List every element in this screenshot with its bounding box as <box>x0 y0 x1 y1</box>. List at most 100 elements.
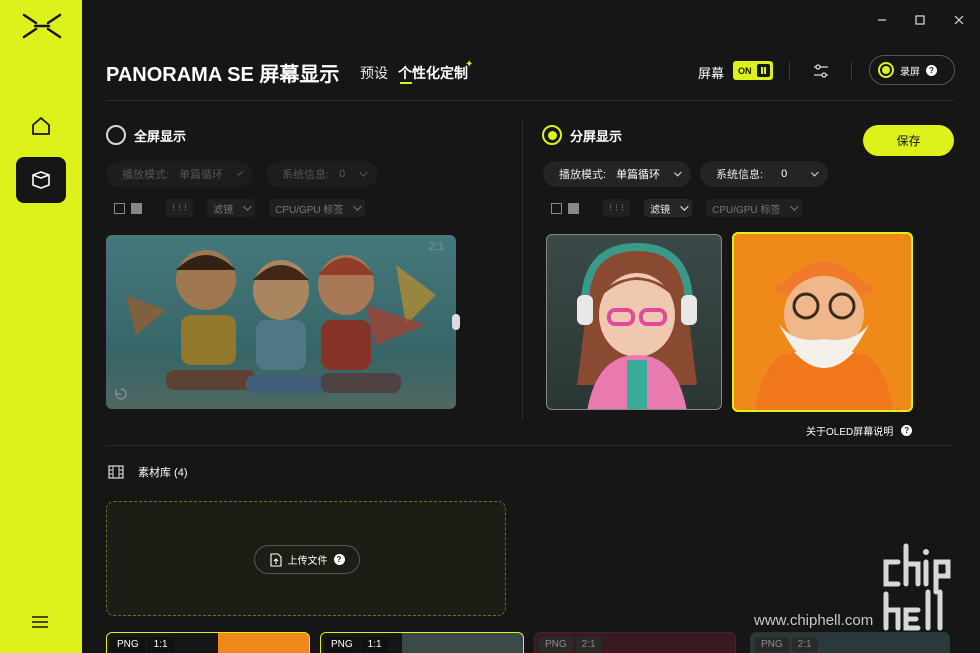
thumb-badges: PNG 2:1 <box>755 637 818 652</box>
close-button[interactable] <box>949 10 969 30</box>
filter-label: 滤镜 <box>650 204 671 216</box>
tab-presets[interactable]: 预设 <box>360 63 388 83</box>
settings-sliders-icon[interactable] <box>813 63 829 79</box>
minimize-button[interactable] <box>872 10 892 30</box>
divider <box>851 62 852 80</box>
rotate-icon[interactable] <box>114 387 128 401</box>
sysinfo-value: 0 <box>339 168 346 180</box>
upload-file-icon <box>269 552 282 567</box>
minimize-icon <box>878 19 886 21</box>
header-divider <box>106 100 954 101</box>
upload-dropzone[interactable]: 上传文件 ? <box>106 501 506 616</box>
cpu-gpu-tag-select[interactable]: CPU/GPU 标签 <box>706 199 803 217</box>
cpu-gpu-tag-select[interactable]: CPU/GPU 标签 <box>269 199 366 217</box>
upload-file-button[interactable]: 上传文件 ? <box>254 545 360 574</box>
tab-customize[interactable]: 个性化定制 <box>398 63 468 83</box>
record-icon <box>878 62 894 78</box>
align-buttons[interactable]: ⁝ ⁝ ⁝ <box>166 199 194 217</box>
help-icon: ? <box>333 554 345 565</box>
full-play-mode-select[interactable]: 播放模式: 单篇循环 <box>106 161 252 187</box>
full-sysinfo-select[interactable]: 系统信息: 0 <box>266 161 378 187</box>
brand-logo-icon <box>22 13 62 39</box>
library-thumb[interactable]: PNG 2:1 <box>534 632 736 653</box>
chevron-down-icon <box>674 168 682 177</box>
sysinfo-label: 系统信息: <box>282 169 330 181</box>
thumb-badges: PNG 2:1 <box>539 637 602 652</box>
oled-info-link[interactable]: 关于OLED屏幕说明 ? <box>806 423 913 438</box>
play-mode-value: 单篇循环 <box>616 169 661 181</box>
full-screen-label: 全屏显示 <box>134 128 187 144</box>
record-label: 录屏 <box>900 66 920 78</box>
hamburger-menu-icon[interactable] <box>30 612 50 632</box>
library-header: 素材库 (4) <box>108 464 188 480</box>
library-thumb[interactable]: PNG 1:1 <box>320 632 524 653</box>
play-mode-value: 单篇循环 <box>179 169 224 181</box>
split-screen-option[interactable]: 分屏显示 <box>542 125 622 145</box>
screen-toggle[interactable]: ON <box>733 61 773 80</box>
record-screen-button[interactable]: 录屏 ? <box>869 55 955 85</box>
filter-select[interactable]: 滤镜 <box>207 199 256 217</box>
pause-icon <box>757 64 770 77</box>
sysinfo-label: 系统信息: <box>716 169 764 181</box>
sparkle-icon: ✦ <box>465 59 474 70</box>
color-swatch-gray[interactable] <box>568 202 579 214</box>
align-buttons[interactable]: ⁝ ⁝ ⁝ <box>603 199 631 217</box>
device-icon <box>32 171 50 189</box>
sidebar <box>0 0 82 653</box>
split-toolbar: ⁝ ⁝ ⁝ 滤镜 CPU/GPU 标签 <box>551 199 803 217</box>
divider <box>789 62 790 80</box>
save-button[interactable]: 保存 <box>863 125 954 156</box>
maximize-button[interactable] <box>910 10 930 30</box>
resize-handle[interactable] <box>452 314 460 330</box>
help-icon[interactable]: ? <box>926 64 937 76</box>
filter-select[interactable]: 滤镜 <box>644 199 693 217</box>
color-swatch-gray[interactable] <box>131 202 142 214</box>
sidebar-item-device[interactable] <box>16 157 66 203</box>
watermark-url: www.chiphell.com <box>754 612 874 629</box>
color-swatch-black[interactable] <box>551 202 562 214</box>
chevron-down-icon <box>811 168 819 177</box>
upload-file-label: 上传文件 <box>287 556 328 567</box>
chevron-down-icon <box>243 202 252 211</box>
sysinfo-value: 0 <box>781 168 788 180</box>
chevron-down-icon <box>236 169 244 176</box>
split-preview-left[interactable] <box>546 234 722 410</box>
split-preview-right[interactable] <box>732 232 913 412</box>
chevron-down-icon <box>790 202 800 211</box>
toggle-state-text: ON <box>738 65 752 76</box>
home-icon <box>32 117 50 135</box>
cpu-gpu-label: CPU/GPU 标签 <box>275 204 344 216</box>
library-divider <box>106 445 954 446</box>
library-thumb[interactable]: PNG 1:1 <box>106 632 310 653</box>
split-sysinfo-select[interactable]: 系统信息: 0 <box>700 161 828 187</box>
film-library-icon <box>108 465 124 479</box>
format-badge: PNG <box>755 637 789 652</box>
help-icon: ? <box>901 425 913 436</box>
full-screen-preview[interactable]: 2:1 <box>106 235 456 409</box>
ratio-badge: 1:1 <box>147 637 174 652</box>
filter-label: 滤镜 <box>213 204 234 216</box>
chevron-down-icon <box>680 202 689 211</box>
ratio-badge: 2:1 <box>575 637 602 652</box>
main-panel: PANORAMA SE 屏幕显示 预设 个性化定制 ✦ 屏幕 ON 录屏 ? 全… <box>82 0 980 653</box>
preview-ratio: 2:1 <box>428 241 444 253</box>
oled-info-label: 关于OLED屏幕说明 <box>806 427 894 438</box>
santa-glasses-image <box>754 261 894 410</box>
split-play-mode-select[interactable]: 播放模式: 单篇循环 <box>543 161 691 187</box>
screen-toggle-label: 屏幕 <box>698 66 725 81</box>
kids-illustration-image <box>126 250 436 393</box>
full-screen-option[interactable]: 全屏显示 <box>106 125 186 145</box>
ratio-badge: 2:1 <box>791 637 818 652</box>
sidebar-item-home[interactable] <box>16 103 66 149</box>
thumb-badges: PNG 1:1 <box>325 637 388 652</box>
full-screen-radio[interactable] <box>106 125 126 145</box>
align-glyphs: ⁝ ⁝ ⁝ <box>172 202 188 214</box>
align-glyphs: ⁝ ⁝ ⁝ <box>609 202 625 214</box>
active-tab-indicator <box>400 82 412 84</box>
split-screen-radio[interactable] <box>542 125 562 145</box>
format-badge: PNG <box>539 637 573 652</box>
girl-headphones-image <box>577 242 697 409</box>
color-swatch-black[interactable] <box>114 202 125 214</box>
section-divider <box>522 118 523 420</box>
page-title: PANORAMA SE 屏幕显示 <box>106 64 340 86</box>
